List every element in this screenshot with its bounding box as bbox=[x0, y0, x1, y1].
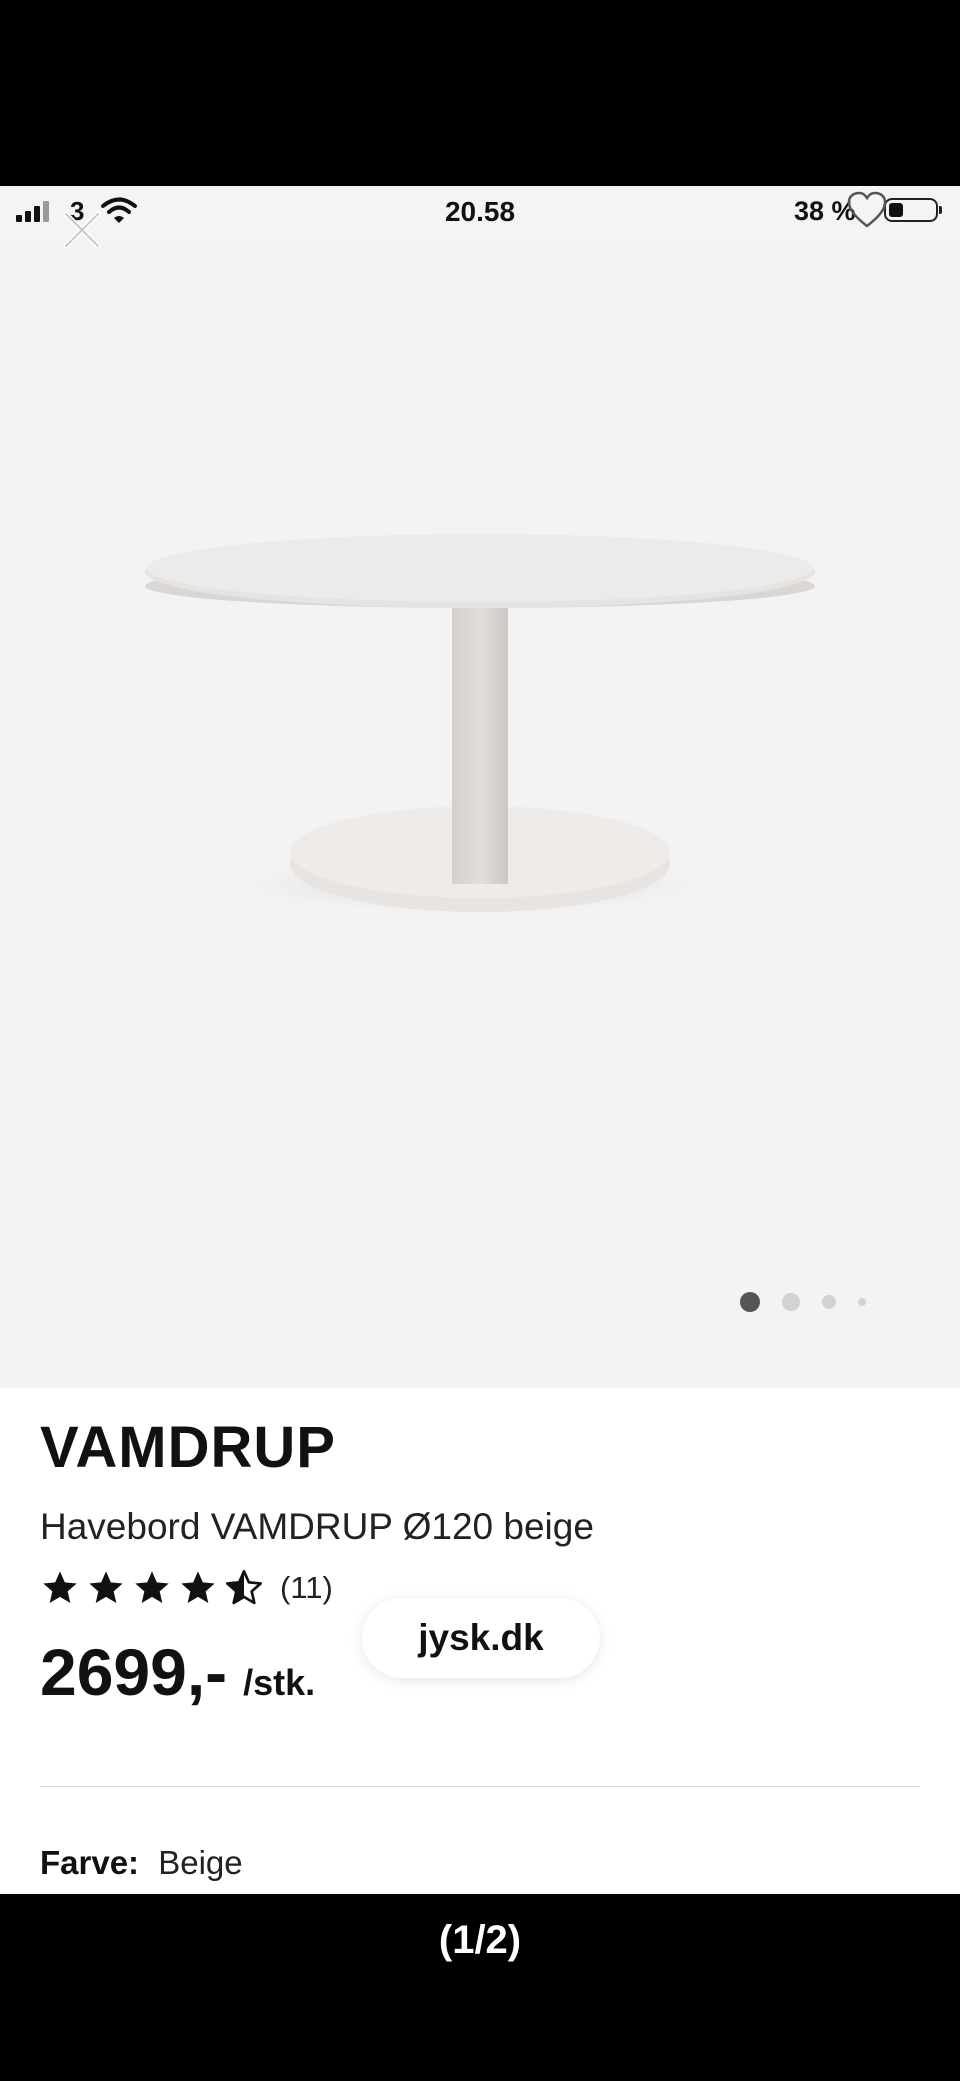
star-filled-icon bbox=[89, 1571, 123, 1603]
product-price: 2699,- /stk. bbox=[40, 1634, 315, 1710]
gallery-dot-active[interactable] bbox=[740, 1292, 760, 1312]
gallery-dots bbox=[740, 1292, 866, 1312]
gallery-dot[interactable] bbox=[822, 1295, 836, 1309]
star-half-icon bbox=[226, 1570, 262, 1605]
color-selector[interactable]: Farve: Beige bbox=[40, 1844, 243, 1882]
star-filled-icon bbox=[181, 1571, 215, 1603]
product-rating[interactable]: (11) bbox=[40, 1568, 333, 1608]
browser-url-pill[interactable]: jysk.dk bbox=[362, 1598, 600, 1678]
gallery-dot[interactable] bbox=[782, 1293, 800, 1311]
price-unit: /stk. bbox=[243, 1662, 316, 1703]
product-name: Havebord VAMDRUP Ø120 beige bbox=[40, 1506, 594, 1547]
divider bbox=[40, 1786, 920, 1787]
image-pager: (1/2) bbox=[438, 1918, 522, 1962]
star-filled-icon bbox=[135, 1571, 169, 1603]
gallery-dot[interactable] bbox=[858, 1298, 866, 1306]
color-value: Beige bbox=[158, 1844, 243, 1881]
review-count[interactable]: (11) bbox=[280, 1570, 333, 1606]
battery-icon bbox=[884, 198, 942, 222]
product-brand: VAMDRUP bbox=[40, 1415, 336, 1480]
product-image bbox=[145, 534, 815, 914]
status-bar: 3 20.58 38 % bbox=[0, 186, 960, 238]
heart-icon[interactable] bbox=[846, 190, 888, 230]
color-label: Farve: bbox=[40, 1844, 140, 1881]
star-filled-icon bbox=[43, 1571, 77, 1603]
close-icon[interactable] bbox=[62, 210, 102, 250]
product-image-gallery[interactable] bbox=[0, 186, 960, 1388]
price-amount: 2699,- bbox=[40, 1635, 228, 1709]
